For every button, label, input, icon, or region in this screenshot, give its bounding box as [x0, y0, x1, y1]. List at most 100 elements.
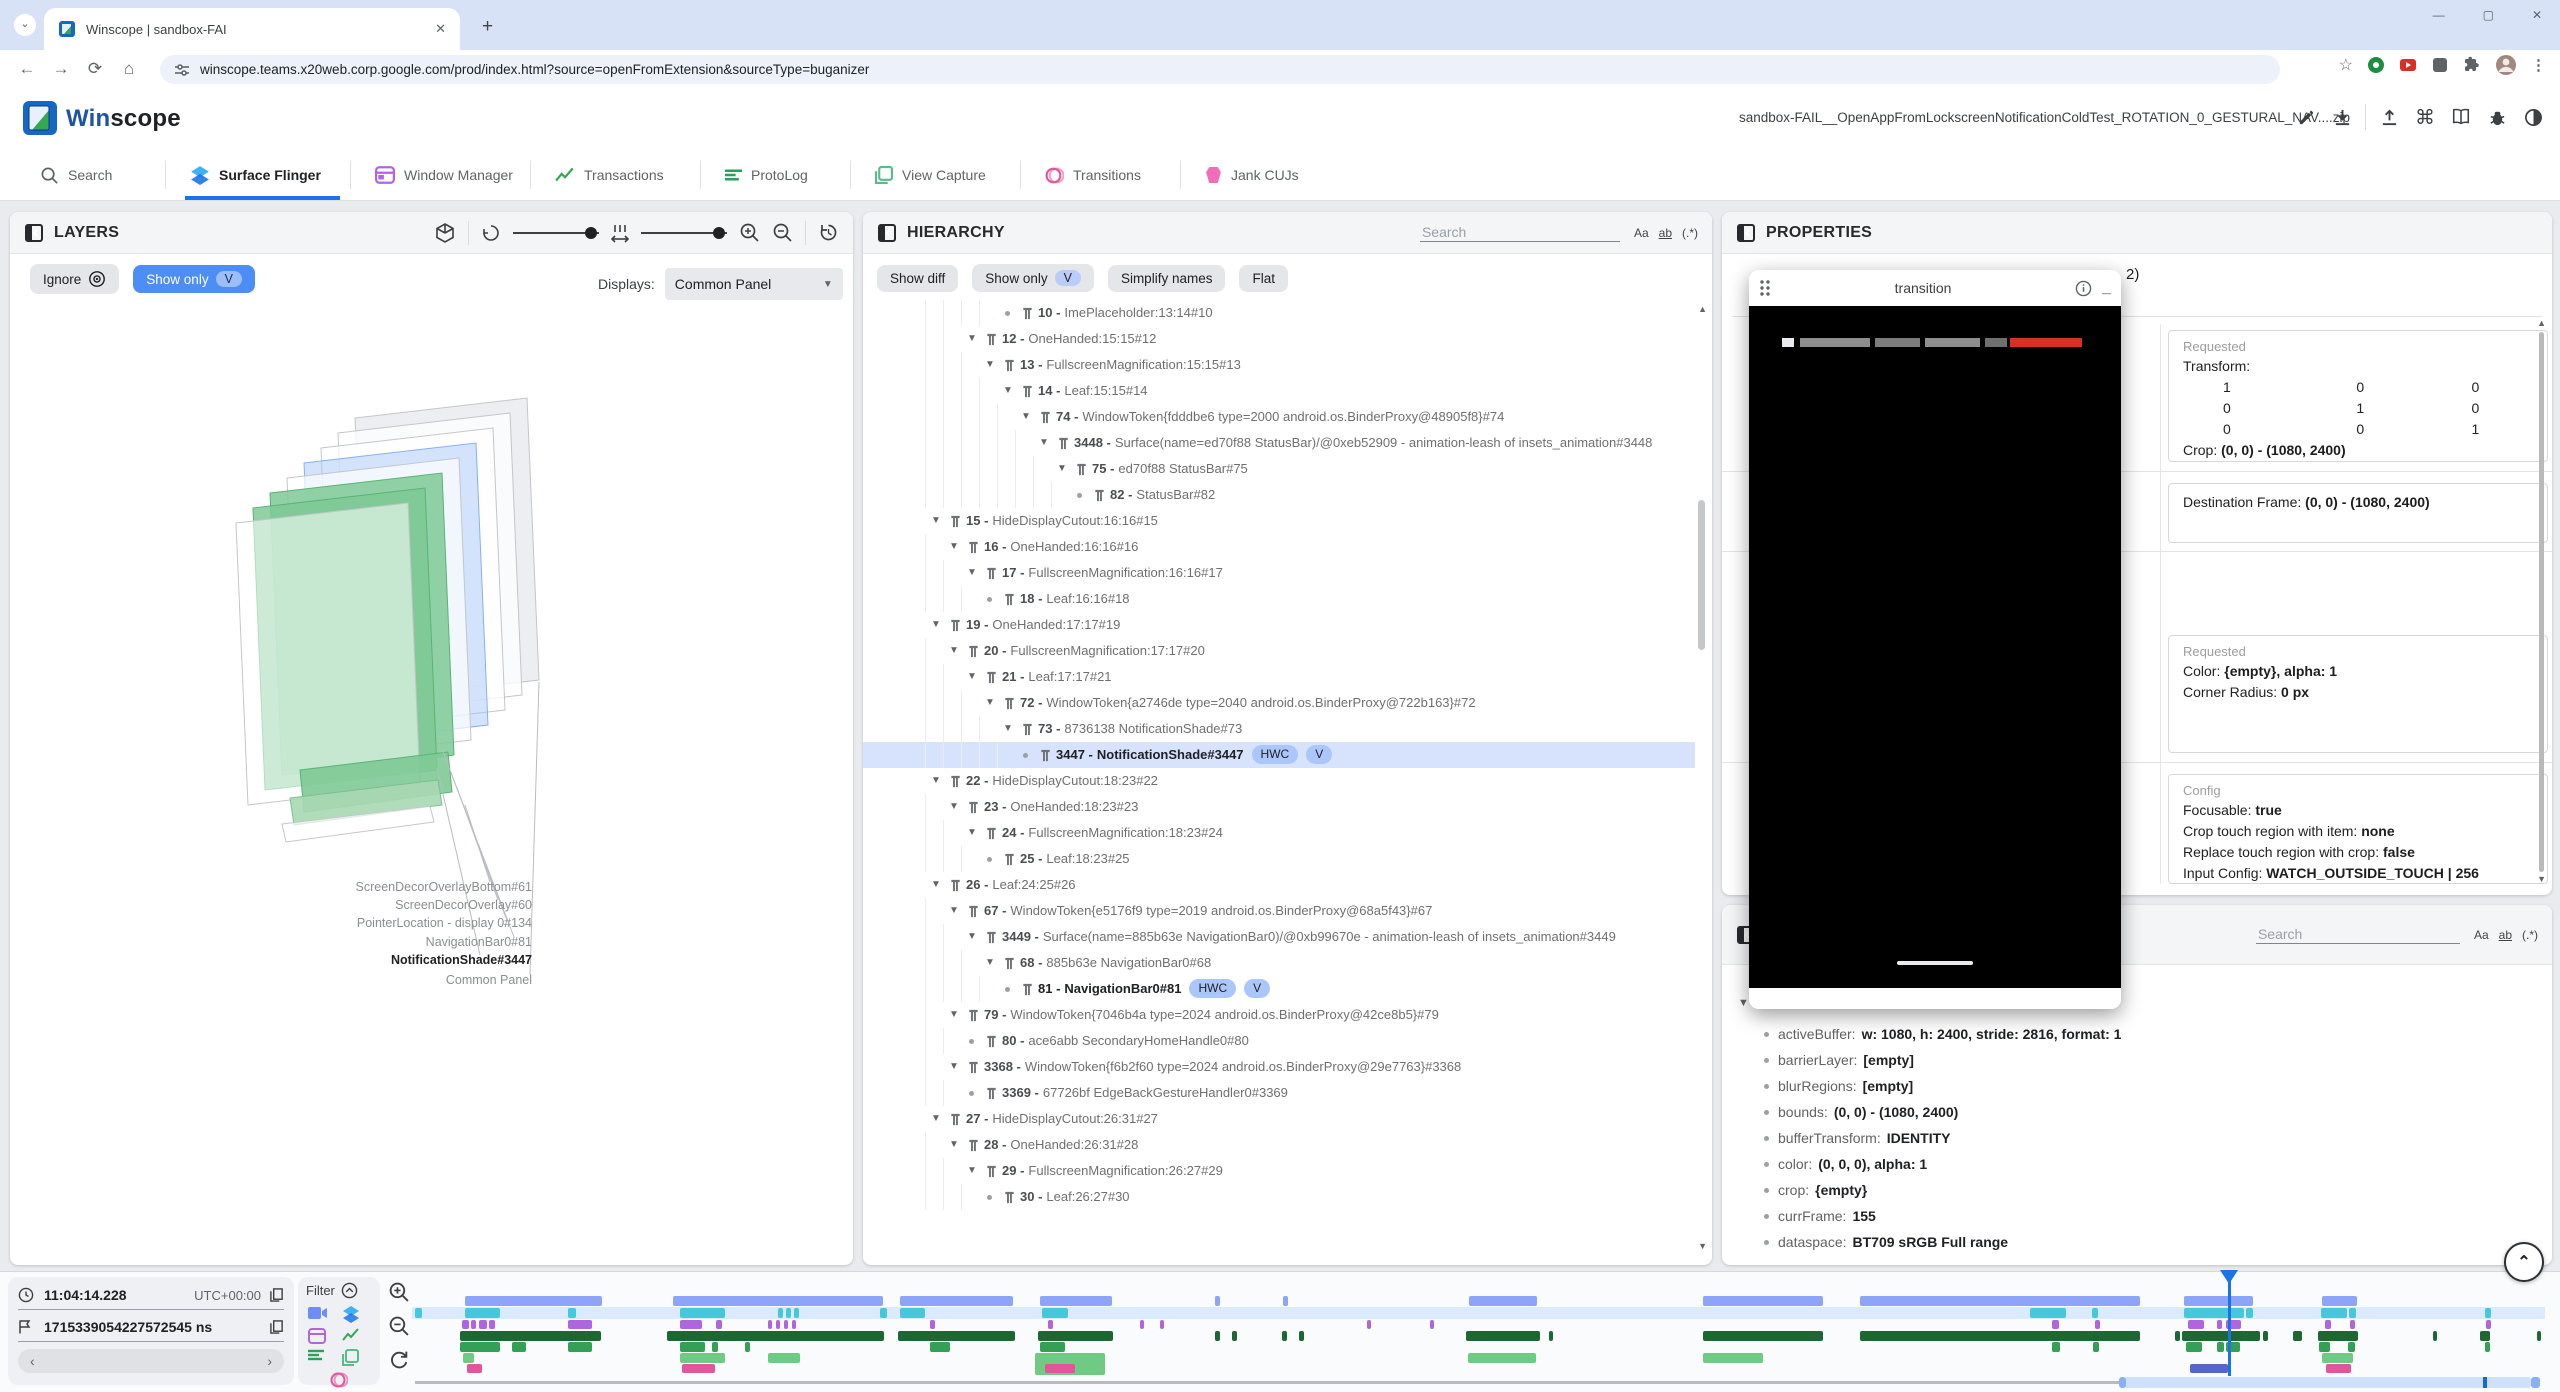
transition-preview-window[interactable]: transition _	[1749, 270, 2121, 1009]
expand-arrow-icon[interactable]: ▼	[961, 326, 983, 352]
window-manager-bar[interactable]	[776, 1320, 780, 1329]
hierarchy-node[interactable]: ▼28 -OneHanded:26:31#28	[863, 1132, 1695, 1158]
transactions-bar[interactable]	[2537, 1331, 2541, 1341]
transitions-bar[interactable]	[467, 1364, 482, 1373]
surface-flinger-bar[interactable]	[900, 1308, 925, 1318]
hierarchy-node[interactable]: ▼79 -WindowToken{7046b4a type=2024 andro…	[863, 1002, 1695, 1028]
protolog-bar[interactable]	[2348, 1342, 2355, 1352]
overlay-header[interactable]: transition _	[1749, 270, 2121, 306]
hierarchy-node[interactable]: ▼17 -FullscreenMagnification:16:16#17	[863, 560, 1695, 586]
view-capture-bar[interactable]	[768, 1353, 800, 1363]
transactions-bar[interactable]	[2263, 1331, 2268, 1341]
expand-arrow-icon[interactable]: ▼	[925, 872, 947, 898]
zoom-window-left-handle[interactable]	[2119, 1377, 2126, 1388]
window-manager-bar[interactable]	[2095, 1320, 2100, 1329]
hierarchy-node[interactable]: 30 -Leaf:26:27#30	[863, 1184, 1695, 1210]
hierarchy-node[interactable]: ▼23 -OneHanded:18:23#23	[863, 794, 1695, 820]
detail-property-row[interactable]: crop:{empty}	[1752, 1177, 2552, 1203]
expand-arrow-icon[interactable]: ▼	[943, 638, 965, 664]
timeline-zoom-in-icon[interactable]	[388, 1281, 410, 1303]
extension-gray-icon[interactable]	[2431, 56, 2449, 74]
copy-icon[interactable]	[269, 1319, 284, 1335]
match-word-icon[interactable]: ab	[1659, 226, 1672, 240]
expand-arrow-icon[interactable]: ▼	[961, 560, 983, 586]
filter-header[interactable]: Filter	[306, 1282, 358, 1299]
window-manager-filter-icon[interactable]	[308, 1328, 326, 1344]
expand-arrow-icon[interactable]: ▼	[997, 716, 1019, 742]
show-only-chip[interactable]: Show only V	[133, 265, 255, 293]
window-manager-bar[interactable]	[479, 1320, 487, 1329]
tab-close-icon[interactable]: ✕	[435, 21, 446, 37]
view-capture-bar[interactable]	[463, 1353, 474, 1363]
protolog-bar[interactable]	[2093, 1342, 2099, 1352]
match-case-icon[interactable]: Aa	[2474, 928, 2489, 942]
timeline-zoom-window[interactable]	[2124, 1377, 2531, 1388]
hierarchy-node[interactable]: ▼72 -WindowToken{a2746de type=2040 andro…	[863, 690, 1695, 716]
surface-flinger-bar[interactable]	[2485, 1308, 2491, 1318]
surface-flinger-bar[interactable]	[778, 1308, 783, 1318]
screen-recording-bar[interactable]	[900, 1296, 1013, 1306]
transactions-bar[interactable]	[2433, 1331, 2437, 1341]
screen-recording-bar[interactable]	[1469, 1296, 1537, 1306]
transactions-bar[interactable]	[1703, 1331, 1823, 1341]
copy-icon[interactable]	[269, 1287, 284, 1303]
transactions-bar[interactable]	[1215, 1331, 1220, 1341]
view-capture-filter-icon[interactable]	[342, 1349, 359, 1366]
hierarchy-node[interactable]: ▼16 -OneHanded:16:16#16	[863, 534, 1695, 560]
hierarchy-node[interactable]: ▼24 -FullscreenMagnification:18:23#24	[863, 820, 1695, 846]
transitions-bar[interactable]	[2326, 1364, 2351, 1373]
protolog-bar[interactable]	[2319, 1342, 2330, 1352]
hierarchy-node[interactable]: ▼15 -HideDisplayCutout:16:16#15	[863, 508, 1695, 534]
transactions-bar[interactable]	[667, 1331, 884, 1341]
hierarchy-node[interactable]: 81 -NavigationBar0#81HWCV	[863, 976, 1695, 1002]
hierarchy-node[interactable]: ▼3448 -Surface(name=ed70f88 StatusBar)/@…	[863, 430, 1695, 456]
minimize-overlay-icon[interactable]: _	[2102, 279, 2111, 297]
surface-flinger-bar[interactable]	[2349, 1308, 2356, 1318]
tab-transactions[interactable]: Transactions	[555, 151, 664, 199]
edit-pencil-icon[interactable]	[2293, 104, 2319, 130]
site-settings-icon[interactable]	[174, 62, 190, 78]
scroll-down-icon[interactable]: ▼	[1698, 1241, 1707, 1251]
spacing-icon[interactable]	[611, 223, 629, 243]
window-manager-bar[interactable]	[1430, 1320, 1434, 1329]
window-manager-bar[interactable]	[2350, 1320, 2355, 1329]
window-manager-bar[interactable]	[2188, 1320, 2204, 1329]
transactions-bar[interactable]	[2182, 1331, 2260, 1341]
protolog-bar[interactable]	[568, 1342, 592, 1352]
hierarchy-node[interactable]: 3369 -67726bf EdgeBackGestureHandler0#33…	[863, 1080, 1695, 1106]
layer-label[interactable]: Common Panel	[140, 973, 532, 987]
collapse-filter-icon[interactable]	[341, 1282, 358, 1299]
surface-flinger-bar[interactable]	[794, 1308, 799, 1318]
regex-icon[interactable]: (.*)	[2522, 928, 2538, 942]
home-icon[interactable]: ⌂	[112, 59, 146, 79]
transactions-bar[interactable]	[2480, 1331, 2490, 1341]
expand-arrow-icon[interactable]: ▼	[943, 794, 965, 820]
hierarchy-node[interactable]: 25 -Leaf:18:23#25	[863, 846, 1695, 872]
extension-green-icon[interactable]	[2367, 56, 2385, 74]
window-manager-bar[interactable]	[930, 1320, 935, 1329]
shortcuts-icon[interactable]: ⌘	[2412, 104, 2438, 130]
human-time-row[interactable]: 11:04:14.228 UTC+00:00	[18, 1283, 284, 1307]
hierarchy-scrollbar[interactable]	[1698, 500, 1705, 650]
transactions-bar[interactable]	[1232, 1331, 1237, 1341]
layer-label[interactable]: PointerLocation - display 0#134	[140, 916, 532, 930]
chip-show-only[interactable]: Show onlyV	[972, 264, 1094, 292]
match-word-icon[interactable]: ab	[2499, 928, 2512, 942]
window-manager-bar[interactable]	[784, 1320, 788, 1329]
expand-arrow-icon[interactable]: ▼	[943, 1054, 965, 1080]
scroll-down-icon[interactable]: ▼	[2537, 874, 2546, 884]
protolog-bar[interactable]	[1040, 1342, 1065, 1352]
hierarchy-node[interactable]: 82 -StatusBar#82	[863, 482, 1695, 508]
hierarchy-node[interactable]: ▼19 -OneHanded:17:17#19	[863, 612, 1695, 638]
tab-surface-flinger[interactable]: Surface Flinger	[190, 151, 321, 199]
hierarchy-node[interactable]: 3447 -NotificationShade#3447HWCV	[863, 742, 1695, 768]
hierarchy-node[interactable]: ▼21 -Leaf:17:17#21	[863, 664, 1695, 690]
docs-book-icon[interactable]	[2448, 104, 2474, 130]
collapse-panel-icon[interactable]	[24, 223, 44, 243]
timeline-scroll-track[interactable]	[415, 1381, 2119, 1384]
upload-icon[interactable]	[2376, 104, 2402, 130]
window-minimize-icon[interactable]: —	[2433, 8, 2445, 22]
protolog-bar[interactable]	[680, 1342, 705, 1352]
view-capture-bar[interactable]	[1703, 1353, 1763, 1363]
expand-arrow-icon[interactable]: ▼	[943, 534, 965, 560]
